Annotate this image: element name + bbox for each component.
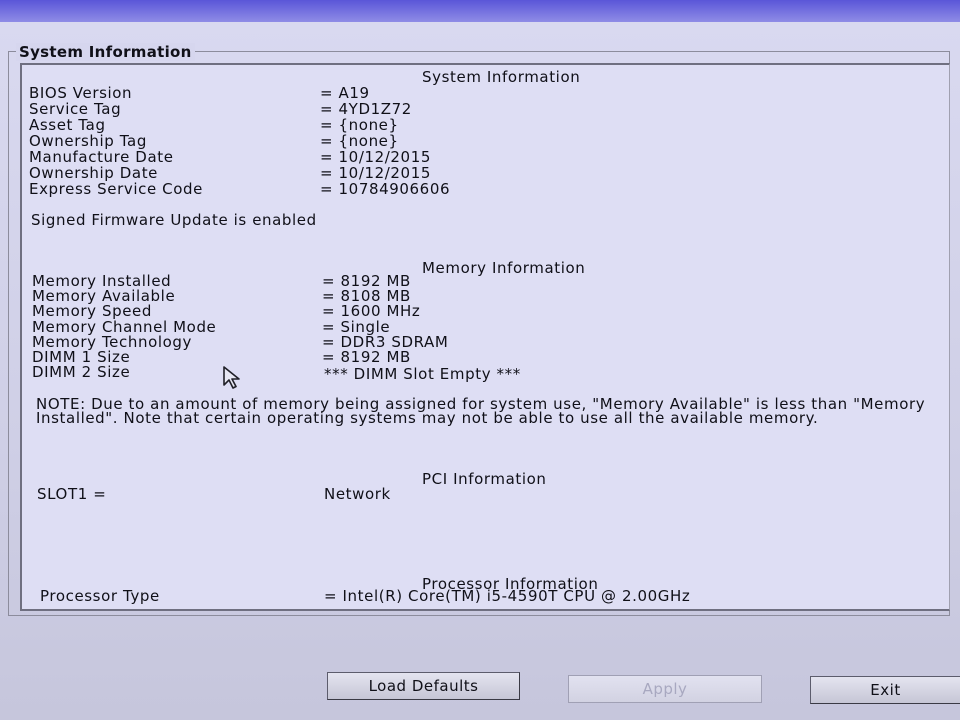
info-panel-content: System Information BIOS Version = A19 Se… <box>22 65 949 609</box>
value-express-service-code: = 10784906606 <box>320 180 451 198</box>
value-dimm-1-size: = 8192 MB <box>322 348 411 366</box>
label-slot1: SLOT1 = <box>37 485 107 503</box>
value-dimm-2-size: *** DIMM Slot Empty *** <box>324 365 521 383</box>
label-processor-type: Processor Type <box>40 587 160 605</box>
firmware-update-status: Signed Firmware Update is enabled <box>31 211 317 229</box>
title-bar-band <box>0 0 960 22</box>
exit-button[interactable]: Exit <box>810 676 960 704</box>
value-slot1: Network <box>324 485 391 503</box>
mouse-cursor-icon <box>223 366 240 389</box>
section-header-memory: Memory Information <box>422 259 586 277</box>
label-express-service-code: Express Service Code <box>29 180 203 198</box>
group-title: System Information <box>16 43 195 61</box>
load-defaults-button[interactable]: Load Defaults <box>327 672 520 700</box>
label-dimm-2-size: DIMM 2 Size <box>32 363 131 381</box>
apply-button[interactable]: Apply <box>568 675 762 703</box>
info-panel[interactable]: System Information BIOS Version = A19 Se… <box>20 63 950 611</box>
memory-note: NOTE: Due to an amount of memory being a… <box>36 395 926 427</box>
section-header-system: System Information <box>422 68 581 86</box>
section-header-pci: PCI Information <box>422 470 547 488</box>
value-processor-type: = Intel(R) Core(TM) i5-4590T CPU @ 2.00G… <box>324 587 691 605</box>
